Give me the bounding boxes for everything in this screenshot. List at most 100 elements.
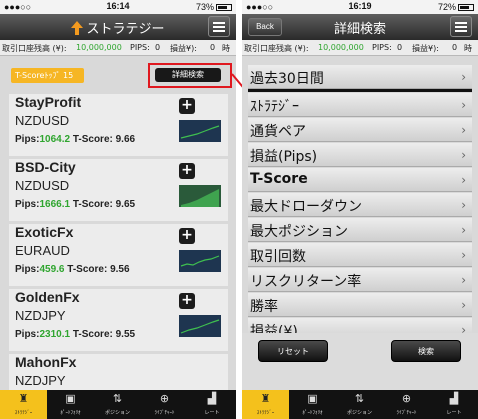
page-title: ストラテジー bbox=[0, 18, 236, 37]
pl-label: 損益¥): bbox=[412, 44, 439, 53]
strategy-name: MahonFx bbox=[15, 354, 77, 370]
chart-icon: ▟ bbox=[207, 392, 217, 405]
briefcase-icon: ▣ bbox=[307, 392, 318, 405]
pl-value: 0 bbox=[210, 43, 216, 52]
chevron-right-icon: › bbox=[461, 198, 466, 212]
filter-row-max-position[interactable]: 最大ポジション › bbox=[248, 218, 472, 242]
add-icon[interactable]: + bbox=[179, 98, 195, 114]
strategy-card[interactable]: BSD-City NZDUSD Pips:1666.1 T-Score: 9.6… bbox=[9, 159, 228, 221]
reset-button[interactable]: リセット bbox=[258, 340, 328, 362]
filter-row-strategy[interactable]: ｽﾄﾗﾃｼﾞｰ › bbox=[248, 93, 472, 117]
tower-icon: ♜ bbox=[18, 392, 29, 405]
chevron-right-icon: › bbox=[461, 298, 466, 312]
filter-row-win-rate[interactable]: 勝率 › bbox=[248, 293, 472, 317]
tab-bar: ♜ ｽﾄﾗﾃｼﾞｰ ▣ ﾎﾟｰﾄﾌｫﾘｵ ⇅ ポジション ⊕ ﾗｲﾌﾞﾁｬｰﾄ ▟ レート bbox=[0, 390, 236, 419]
balance-label: 取引口座残高 (¥): bbox=[244, 44, 309, 53]
chevron-right-icon: › bbox=[461, 148, 466, 162]
sparkline-chart bbox=[179, 315, 221, 337]
filter-row-risk-return[interactable]: リスクリターン率 › bbox=[248, 268, 472, 292]
tab-live-chart[interactable]: ⊕ ﾗｲﾌﾞﾁｬｰﾄ bbox=[383, 390, 430, 419]
status-bar: ●●●○○ 16:14 73% bbox=[0, 0, 236, 14]
highlight-box bbox=[148, 63, 232, 88]
sparkline-chart bbox=[179, 250, 221, 272]
tab-rate[interactable]: ▟ レート bbox=[188, 390, 236, 419]
strategy-name: StayProfit bbox=[15, 94, 82, 110]
pips-value: 0 bbox=[155, 43, 161, 52]
strategy-card[interactable]: ExoticFx EURAUD Pips:459.6 T-Score: 9.56… bbox=[9, 224, 228, 286]
crosshair-icon: ⊕ bbox=[159, 392, 170, 405]
briefcase-icon: ▣ bbox=[65, 392, 76, 405]
tab-live-chart[interactable]: ⊕ ﾗｲﾌﾞﾁｬｰﾄ bbox=[141, 390, 188, 419]
pl-label: 損益¥): bbox=[170, 44, 197, 53]
nav-bar: ストラテジー bbox=[0, 14, 236, 40]
updown-arrows-icon: ⇅ bbox=[354, 392, 365, 405]
currency-pair: NZDJPY bbox=[15, 308, 66, 323]
action-panel: リセット 検索 bbox=[242, 333, 478, 390]
balance-value: 10,000,000 bbox=[76, 43, 122, 52]
currency-pair: NZDUSD bbox=[15, 178, 70, 193]
strategy-stats: Pips:2310.1 T-Score: 9.55 bbox=[15, 329, 136, 340]
filter-list: 過去30日間 › ｽﾄﾗﾃｼﾞｰ › 通貨ペア › 損益(Pips) › T-Score… bbox=[242, 57, 478, 390]
pips-label: PIPS: bbox=[130, 43, 150, 52]
strategy-card[interactable]: MahonFx NZDJPY bbox=[9, 354, 228, 390]
ranking-badge: T-Scoreﾄｯﾌﾟ 15 bbox=[11, 68, 84, 83]
strategy-stats: Pips:1666.1 T-Score: 9.65 bbox=[15, 199, 136, 210]
sparkline-chart bbox=[179, 185, 221, 207]
divider bbox=[248, 89, 472, 92]
strategy-name: BSD-City bbox=[15, 159, 76, 175]
chevron-right-icon: › bbox=[461, 98, 466, 112]
ticker-overflow: 時 bbox=[464, 44, 472, 53]
detail-search-screen: ●●●○○ 16:19 72% Back 詳細検索 取引口座残高 (¥): 10… bbox=[242, 0, 478, 419]
add-icon[interactable]: + bbox=[179, 293, 195, 309]
chevron-right-icon: › bbox=[461, 273, 466, 287]
page-title: 詳細検索 bbox=[333, 22, 386, 37]
account-ticker: 取引口座残高 (¥): 10,000,000 PIPS: 0 損益¥): 0 時 bbox=[242, 40, 478, 56]
battery: 73% bbox=[196, 2, 232, 12]
tab-position[interactable]: ⇅ ポジション bbox=[94, 390, 141, 419]
add-icon[interactable]: + bbox=[179, 228, 195, 244]
currency-pair: EURAUD bbox=[15, 243, 70, 258]
chevron-right-icon: › bbox=[461, 248, 466, 262]
tab-strategy[interactable]: ♜ ｽﾄﾗﾃｼﾞｰ bbox=[242, 390, 289, 419]
tab-portfolio[interactable]: ▣ ﾎﾟｰﾄﾌｫﾘｵ bbox=[289, 390, 336, 419]
chevron-right-icon: › bbox=[461, 70, 466, 84]
tab-rate[interactable]: ▟ レート bbox=[430, 390, 478, 419]
strategy-stats: Pips:1064.2 T-Score: 9.66 bbox=[15, 134, 136, 145]
chevron-right-icon: › bbox=[461, 123, 466, 137]
strategy-name: ExoticFx bbox=[15, 224, 74, 240]
strategy-stats: Pips:459.6 T-Score: 9.56 bbox=[15, 264, 130, 275]
tab-portfolio[interactable]: ▣ ﾎﾟｰﾄﾌｫﾘｵ bbox=[47, 390, 94, 419]
pips-label: PIPS: bbox=[372, 43, 392, 52]
battery: 72% bbox=[438, 2, 474, 12]
filter-row-tscore[interactable]: T-Score › bbox=[248, 168, 472, 192]
filter-row-currency-pair[interactable]: 通貨ペア › bbox=[248, 118, 472, 142]
strategy-list: T-Scoreﾄｯﾌﾟ 15 詳細検索 StayProfit NZDUSD Pi… bbox=[0, 57, 236, 390]
ticker-overflow: 時 bbox=[222, 44, 230, 53]
currency-pair: NZDUSD bbox=[15, 113, 70, 128]
strategy-card[interactable]: GoldenFx NZDJPY Pips:2310.1 T-Score: 9.5… bbox=[9, 289, 228, 351]
balance-label: 取引口座残高 (¥): bbox=[2, 44, 67, 53]
status-bar: ●●●○○ 16:19 72% bbox=[242, 0, 478, 14]
balance-value: 10,000,000 bbox=[318, 43, 364, 52]
search-button[interactable]: 検索 bbox=[391, 340, 461, 362]
battery-icon bbox=[458, 4, 474, 11]
filter-row-pips[interactable]: 損益(Pips) › bbox=[248, 143, 472, 167]
chevron-right-icon: › bbox=[461, 173, 466, 187]
filter-row-max-drawdown[interactable]: 最大ドローダウン › bbox=[248, 193, 472, 217]
currency-pair: NZDJPY bbox=[15, 373, 66, 388]
strategy-card[interactable]: StayProfit NZDUSD Pips:1064.2 T-Score: 9… bbox=[9, 94, 228, 156]
crosshair-icon: ⊕ bbox=[401, 392, 412, 405]
menu-button[interactable] bbox=[208, 16, 230, 37]
tab-bar: ♜ ｽﾄﾗﾃｼﾞｰ ▣ ﾎﾟｰﾄﾌｫﾘｵ ⇅ ポジション ⊕ ﾗｲﾌﾞﾁｬｰﾄ ▟ レート bbox=[242, 390, 478, 419]
battery-icon bbox=[216, 4, 232, 11]
filter-row-trade-count[interactable]: 取引回数 › bbox=[248, 243, 472, 267]
tower-icon: ♜ bbox=[260, 392, 271, 405]
account-ticker: 取引口座残高 (¥): 10,000,000 PIPS: 0 損益¥): 0 時 bbox=[0, 40, 236, 56]
pl-value: 0 bbox=[452, 43, 458, 52]
logo-icon bbox=[71, 21, 84, 35]
filter-row-period[interactable]: 過去30日間 › bbox=[248, 65, 472, 89]
menu-button[interactable] bbox=[450, 16, 472, 37]
tab-strategy[interactable]: ♜ ｽﾄﾗﾃｼﾞｰ bbox=[0, 390, 47, 419]
add-icon[interactable]: + bbox=[179, 163, 195, 179]
tab-position[interactable]: ⇅ ポジション bbox=[336, 390, 383, 419]
